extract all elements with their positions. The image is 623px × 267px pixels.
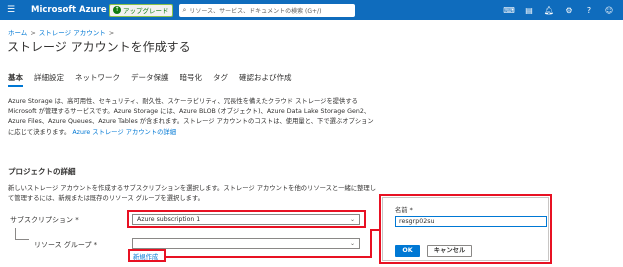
chevron-right-icon: > [108, 29, 115, 37]
tab-review-create[interactable]: 確認および作成 [239, 72, 292, 87]
tab-tags[interactable]: タグ [213, 72, 228, 87]
search-input[interactable]: ⌕ リソース、サービス、ドキュメントの検索 (G+/) [178, 3, 355, 17]
tab-data-protection[interactable]: データ保護 [131, 72, 169, 87]
search-icon: ⌕ [182, 5, 187, 14]
resource-group-select[interactable]: ⌄ [132, 238, 360, 249]
tab-networking[interactable]: ネットワーク [75, 72, 120, 87]
new-resource-group-popup: 名前 * resgrp02su OK キャンセル [382, 197, 549, 261]
highlight-connector [370, 229, 372, 258]
learn-more-link[interactable]: Azure ストレージ アカウントの詳細 [72, 129, 176, 136]
breadcrumb-home[interactable]: ホーム [8, 29, 27, 37]
upgrade-icon: ↑ [113, 6, 121, 14]
more-options-icon[interactable]: … [162, 40, 171, 50]
subscription-label: サブスクリプション * [10, 216, 79, 224]
tab-bar: 基本 詳細設定 ネットワーク データ保護 暗号化 タグ 確認および作成 [8, 72, 303, 87]
feedback-icon[interactable]: ☺ [599, 6, 619, 15]
name-label: 名前 * [395, 207, 413, 214]
breadcrumb-storage-accounts[interactable]: ストレージ アカウント [39, 29, 106, 37]
chevron-right-icon: > [30, 29, 36, 37]
cancel-button[interactable]: キャンセル [427, 245, 472, 257]
project-details-description: 新しいストレージ アカウントを作成するサブスクリプションを選択します。ストレージ… [8, 185, 377, 203]
tree-connector [15, 239, 29, 240]
intro-description: Azure Storage は、高可用性、セキュリティ、耐久性、スケーラビリティ… [8, 97, 378, 138]
ok-button[interactable]: OK [395, 245, 420, 257]
highlight-subscription [127, 210, 366, 228]
tab-basics[interactable]: 基本 [8, 72, 23, 87]
highlight-connector [166, 256, 372, 258]
top-icons: ⌨ ▤ 🔔︎ ⚙ ? ☺ [499, 0, 619, 20]
help-icon[interactable]: ? [579, 6, 599, 15]
hamburger-icon[interactable]: ☰ [7, 5, 17, 15]
top-bar: ☰ Microsoft Azure ↑ アップグレード ⌕ リソース、サービス、… [0, 0, 623, 20]
resource-group-name-input[interactable]: resgrp02su [395, 216, 547, 227]
breadcrumb: ホーム > ストレージ アカウント > [8, 27, 117, 37]
project-details-heading: プロジェクトの詳細 [8, 167, 76, 176]
intro-text: Azure Storage は、高可用性、セキュリティ、耐久性、スケーラビリティ… [8, 98, 374, 136]
cloud-shell-icon[interactable]: ⌨ [499, 6, 519, 15]
upgrade-button[interactable]: ↑ アップグレード [109, 3, 173, 17]
tab-encryption[interactable]: 暗号化 [180, 72, 203, 87]
search-placeholder: リソース、サービス、ドキュメントの検索 (G+/) [189, 7, 322, 15]
settings-icon[interactable]: ⚙ [559, 6, 579, 15]
directory-icon[interactable]: ▤ [519, 6, 539, 15]
tree-connector [15, 228, 16, 239]
brand-title[interactable]: Microsoft Azure [31, 5, 107, 15]
highlight-create-new [128, 249, 166, 262]
notifications-icon[interactable]: 🔔︎ [539, 6, 559, 15]
upgrade-label: アップグレード [123, 7, 169, 15]
resource-group-label: リソース グループ * [34, 241, 98, 249]
tab-advanced[interactable]: 詳細設定 [34, 72, 64, 87]
chevron-down-icon: ⌄ [349, 240, 355, 247]
